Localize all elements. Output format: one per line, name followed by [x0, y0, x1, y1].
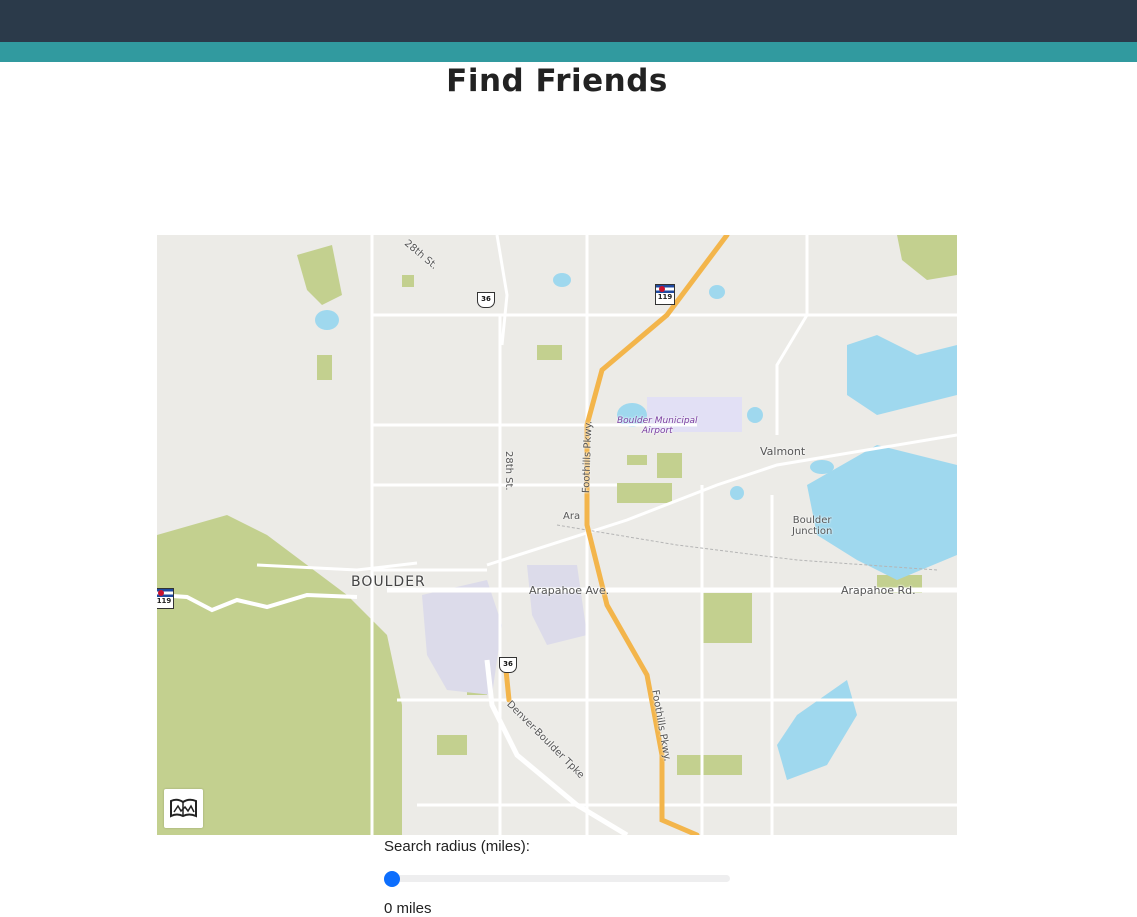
foothills-parkway	[584, 235, 730, 835]
label-ara: Ara	[563, 511, 581, 522]
co119-shield-number: 119	[157, 597, 172, 605]
page-title: Find Friends	[446, 63, 668, 99]
pond	[315, 310, 339, 330]
label-airport-line2: Airport	[641, 426, 673, 436]
colorado-flag-icon	[157, 589, 173, 597]
campus-area-east	[527, 565, 587, 645]
label-airport-line1: Boulder Municipal	[617, 416, 698, 426]
lake-southeast	[777, 680, 857, 780]
label-valmont: Valmont	[760, 445, 806, 458]
park-block	[657, 453, 682, 478]
pond	[730, 486, 744, 500]
us36-shield-top: 36	[477, 292, 495, 308]
park-block	[677, 755, 742, 775]
label-arapahoe-ave: Arapahoe Ave.	[529, 584, 610, 597]
co119-shield-top: 119	[655, 284, 675, 305]
co119-shield-left: 119	[157, 588, 174, 609]
park-block	[617, 483, 672, 503]
ponds-northeast	[847, 335, 957, 415]
park-area-northwest	[297, 245, 342, 305]
park-block	[627, 455, 647, 465]
search-radius-slider[interactable]	[384, 875, 730, 882]
search-radius-value: 0 miles	[384, 900, 432, 917]
label-boulder: BOULDER	[351, 574, 426, 590]
map-icon	[170, 798, 197, 818]
park-block	[317, 355, 332, 380]
label-junction-line2: Junction	[792, 526, 833, 537]
label-junction-line1: Boulder	[792, 515, 832, 526]
park-area-west	[157, 515, 402, 835]
search-radius-slider-thumb[interactable]	[384, 871, 400, 887]
search-radius-label: Search radius (miles):	[384, 838, 530, 855]
park-block	[537, 345, 562, 360]
park-block	[437, 735, 467, 755]
us36-highway	[503, 667, 512, 703]
top-navbar	[0, 0, 1137, 42]
park-block	[702, 593, 752, 643]
park-area-northeast	[897, 235, 957, 280]
label-28th-st-mid: 28th St.	[503, 451, 514, 491]
label-arapahoe-rd: Arapahoe Rd.	[841, 584, 916, 597]
road	[775, 235, 809, 435]
map-view[interactable]: BOULDER Boulder Municipal Airport Valmon…	[157, 235, 957, 835]
pond	[553, 273, 571, 287]
colorado-flag-icon	[656, 285, 674, 293]
us36-shield-bottom: 36	[499, 657, 517, 673]
label-boulder-junction: Boulder Junction	[792, 515, 832, 537]
map-style-button[interactable]	[164, 789, 203, 828]
accent-bar	[0, 42, 1137, 62]
pond	[810, 460, 834, 474]
co119-shield-number: 119	[657, 293, 673, 301]
label-airport: Boulder Municipal Airport	[617, 416, 698, 436]
park-block	[402, 275, 414, 287]
pond	[709, 285, 725, 299]
pond	[747, 407, 763, 423]
